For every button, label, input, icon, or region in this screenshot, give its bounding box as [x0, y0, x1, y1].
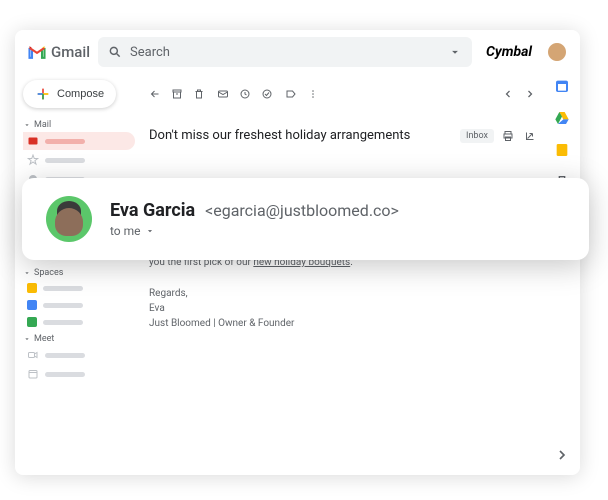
header: Gmail Search Cymbal: [15, 30, 580, 74]
search-placeholder: Search: [130, 45, 170, 60]
sig-name: Eva: [149, 303, 165, 314]
calendar-icon: [27, 368, 39, 380]
product-name: Gmail: [51, 43, 90, 61]
sidebar-item-starred[interactable]: [23, 151, 135, 169]
plus-icon: [35, 86, 51, 102]
section-meet[interactable]: Meet: [23, 334, 135, 344]
inbox-icon: [27, 135, 39, 147]
email-main: Don't miss our freshest holiday arrangem…: [135, 74, 544, 475]
next-icon[interactable]: [524, 88, 536, 100]
drive-icon[interactable]: [554, 110, 570, 126]
sidebar-meet-item[interactable]: [23, 346, 135, 364]
print-icon[interactable]: [502, 130, 514, 142]
inbox-label[interactable]: Inbox: [460, 129, 494, 143]
keep-icon[interactable]: [554, 142, 570, 158]
delete-icon[interactable]: [193, 88, 205, 100]
caret-down-icon[interactable]: [448, 45, 462, 59]
right-panel: [544, 74, 580, 475]
sig-regards: Regards,: [149, 288, 188, 299]
star-icon: [27, 154, 39, 166]
prev-icon[interactable]: [502, 88, 514, 100]
check-icon[interactable]: [261, 88, 273, 100]
caret-down-icon: [23, 335, 31, 343]
section-spaces[interactable]: Spaces: [23, 268, 135, 278]
sender-name: Eva Garcia: [110, 200, 195, 221]
more-icon[interactable]: [307, 88, 319, 100]
video-icon: [27, 349, 39, 361]
account-avatar[interactable]: [546, 41, 568, 63]
calendar-icon[interactable]: [554, 78, 570, 94]
label-icon[interactable]: [285, 88, 297, 100]
chevron-right-icon[interactable]: [554, 447, 570, 463]
gmail-icon: [27, 42, 47, 62]
archive-icon[interactable]: [171, 88, 183, 100]
back-icon[interactable]: [149, 88, 161, 100]
sidebar: Compose Mail: [15, 74, 135, 475]
search-icon: [108, 45, 122, 59]
popout-icon[interactable]: [524, 130, 536, 142]
sidebar-space-item[interactable]: [23, 314, 135, 330]
sidebar-meet-item[interactable]: [23, 365, 135, 383]
sidebar-space-item[interactable]: [23, 280, 135, 296]
subject-row: Don't miss our freshest holiday arrangem…: [149, 128, 536, 143]
brand-label: Cymbal: [486, 44, 532, 60]
sender-email: <egarcia@justbloomed.co>: [205, 201, 399, 220]
caret-down-icon: [23, 269, 31, 277]
sidebar-space-item[interactable]: [23, 297, 135, 313]
email-subject: Don't miss our freshest holiday arrangem…: [149, 128, 452, 143]
compose-button[interactable]: Compose: [23, 80, 116, 108]
caret-down-icon: [145, 226, 155, 236]
recipient-row[interactable]: to me: [110, 224, 399, 238]
compose-label: Compose: [57, 88, 104, 100]
mail-icon[interactable]: [217, 88, 229, 100]
search-bar[interactable]: Search: [98, 37, 472, 67]
sender-card: Eva Garcia <egarcia@justbloomed.co> to m…: [22, 178, 589, 260]
sender-avatar[interactable]: [46, 196, 92, 242]
caret-down-icon: [23, 121, 31, 129]
toolbar: [149, 80, 536, 108]
sig-title: Just Bloomed | Owner & Founder: [149, 318, 294, 329]
gmail-logo[interactable]: Gmail: [27, 42, 90, 62]
section-mail[interactable]: Mail: [23, 120, 135, 130]
clock-icon[interactable]: [239, 88, 251, 100]
sidebar-item-inbox[interactable]: [23, 132, 135, 150]
